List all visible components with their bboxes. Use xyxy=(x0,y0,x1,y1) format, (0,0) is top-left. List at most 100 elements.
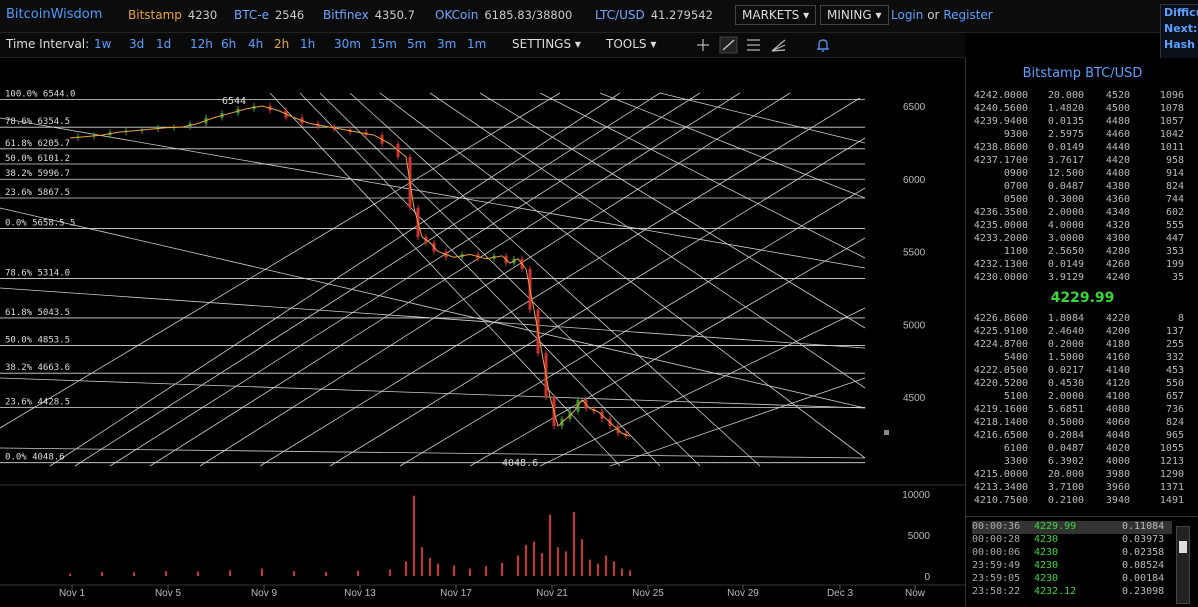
brand-logo-link[interactable]: BitcoinWisdom xyxy=(6,7,102,22)
alert-bell-icon[interactable] xyxy=(817,39,829,52)
ask-row[interactable]: 4242.0000 20.000 4520 1096 xyxy=(972,90,1184,103)
bid-price: 3300 xyxy=(1003,456,1028,467)
ask-depth-price: 4480 xyxy=(1105,116,1130,127)
ask-depth-price: 4460 xyxy=(1105,129,1130,140)
interval-3m[interactable]: 3m xyxy=(437,37,456,51)
trade-row[interactable]: 23:59:05 4230 0.00184 xyxy=(972,573,1172,586)
volume-bar xyxy=(389,569,391,576)
bid-row[interactable]: 6100 0.0487 4020 1055 xyxy=(972,443,1184,456)
bid-amount: 2.4640 xyxy=(1047,326,1084,337)
chevron-down-icon: ▾ xyxy=(650,37,657,51)
ask-row[interactable]: 4239.9400 0.0135 4480 1057 xyxy=(972,116,1184,129)
price-chart[interactable]: 100.0% 6544.0 78.6% 6354.5 61.8% 6205.7 50.… xyxy=(0,58,965,607)
interval-1w[interactable]: 1w xyxy=(94,37,111,51)
fib-level-label: 50.0% 4853.5 xyxy=(5,336,70,346)
interval-4h[interactable]: 4h xyxy=(248,37,263,51)
login-link[interactable]: Login xyxy=(891,8,923,22)
ask-row[interactable]: 4233.2000 3.0000 4300 447 xyxy=(972,233,1184,246)
bid-row[interactable]: 4222.0500 0.0217 4140 453 xyxy=(972,365,1184,378)
ask-row[interactable]: 4238.8600 0.0149 4440 1011 xyxy=(972,142,1184,155)
ask-row[interactable]: 9300 2.5975 4460 1042 xyxy=(972,129,1184,142)
ask-row[interactable]: 4236.3500 2.0000 4340 602 xyxy=(972,207,1184,220)
ask-row[interactable]: 4232.1300 0.0149 4260 199 xyxy=(972,259,1184,272)
bid-row[interactable]: 4218.1400 0.5000 4060 824 xyxy=(972,417,1184,430)
interval-1h[interactable]: 1h xyxy=(300,37,315,51)
bid-depth-total: 657 xyxy=(1165,391,1184,402)
settings-dropdown[interactable]: SETTINGS ▾ xyxy=(512,37,581,51)
interval-2h[interactable]: 2h xyxy=(274,37,289,51)
bid-row[interactable]: 4224.8700 0.2000 4180 255 xyxy=(972,339,1184,352)
volume-bar xyxy=(573,512,575,576)
ask-row[interactable]: 1100 2.5650 4280 353 xyxy=(972,246,1184,259)
ticker-okcoin[interactable]: OKCoin 6185.83/38800 xyxy=(435,8,572,22)
bid-amount: 0.0217 xyxy=(1047,365,1084,376)
ticker-bitstamp[interactable]: Bitstamp 4230 xyxy=(128,8,217,22)
ask-row[interactable]: 4237.1700 3.7617 4420 958 xyxy=(972,155,1184,168)
interval-1d[interactable]: 1d xyxy=(156,37,171,51)
ask-depth-price: 4280 xyxy=(1105,246,1130,257)
crosshair-icon[interactable] xyxy=(697,39,709,51)
fibonacci-icon[interactable] xyxy=(747,39,760,51)
interval-15m[interactable]: 15m xyxy=(370,37,397,51)
ask-row[interactable]: 4240.5600 1.4820 4500 1078 xyxy=(972,103,1184,116)
trade-amount: 0.08524 xyxy=(1122,560,1165,571)
ask-row[interactable]: 0500 0.3000 4360 744 xyxy=(972,194,1184,207)
tools-dropdown[interactable]: TOOLS ▾ xyxy=(606,37,656,51)
chart-resize-handle[interactable] xyxy=(884,430,889,435)
trade-row[interactable]: 00:00:06 4230 0.02358 xyxy=(972,547,1172,560)
trade-row[interactable]: 00:00:28 4230 0.03973 xyxy=(972,534,1172,547)
line-draw-icon[interactable] xyxy=(719,36,738,54)
bid-depth-price: 4140 xyxy=(1105,365,1130,376)
ask-depth-price: 4260 xyxy=(1105,259,1130,270)
mining-dropdown[interactable]: MINING ▾ xyxy=(820,5,889,25)
ask-row[interactable]: 4235.0000 4.0000 4320 555 xyxy=(972,220,1184,233)
volume-bar xyxy=(605,555,607,576)
fib-level-label: 0.0% 4048.6 xyxy=(5,453,65,463)
trades-scrollbar[interactable] xyxy=(1176,526,1190,604)
bid-row[interactable]: 3300 6.3902 4000 1213 xyxy=(972,456,1184,469)
volume-bar xyxy=(557,547,559,576)
volume-bar xyxy=(69,573,71,576)
volume-bar xyxy=(357,570,359,576)
ask-row[interactable]: 4230.0000 3.9129 4240 35 xyxy=(972,272,1184,285)
register-link[interactable]: Register xyxy=(943,8,992,22)
interval-30m[interactable]: 30m xyxy=(334,37,361,51)
ask-price: 4233.2000 xyxy=(973,233,1028,244)
ask-depth-price: 4500 xyxy=(1105,103,1130,114)
trade-time: 00:00:06 xyxy=(972,547,1021,558)
fib-level-label: 78.6% 5314.0 xyxy=(5,269,70,279)
markets-dropdown[interactable]: MARKETS ▾ xyxy=(735,5,817,25)
bid-depth-price: 4020 xyxy=(1105,443,1130,454)
bid-row[interactable]: 5100 2.0000 4100 657 xyxy=(972,391,1184,404)
volume-tick-label: 5000 xyxy=(908,531,931,542)
ticker-btce[interactable]: BTC-e 2546 xyxy=(234,8,304,22)
interval-5m[interactable]: 5m xyxy=(407,37,426,51)
interval-6h[interactable]: 6h xyxy=(221,37,236,51)
trade-row[interactable]: 23:59:49 4230 0.08524 xyxy=(972,560,1172,573)
interval-12h[interactable]: 12h xyxy=(190,37,213,51)
bid-row[interactable]: 4210.7500 0.2100 3940 1491 xyxy=(972,495,1184,508)
trades-divider xyxy=(966,516,1198,517)
bid-row[interactable]: 4220.5200 0.4530 4120 550 xyxy=(972,378,1184,391)
volume-bar xyxy=(525,544,527,576)
ticker-ltcusd[interactable]: LTC/USD 41.279542 xyxy=(595,8,713,22)
ask-row[interactable]: 0700 0.0487 4380 824 xyxy=(972,181,1184,194)
interval-1m[interactable]: 1m xyxy=(467,37,486,51)
bid-depth-price: 4000 xyxy=(1105,456,1130,467)
bid-row[interactable]: 5400 1.5000 4160 332 xyxy=(972,352,1184,365)
ticker-bitfinex[interactable]: Bitfinex 4350.7 xyxy=(323,8,415,22)
bid-row[interactable]: 4216.6500 0.2084 4040 965 xyxy=(972,430,1184,443)
bid-row[interactable]: 4219.1600 5.6851 4080 736 xyxy=(972,404,1184,417)
bid-row[interactable]: 4213.3400 3.7100 3960 1371 xyxy=(972,482,1184,495)
bid-row[interactable]: 4226.8600 1.8084 4220 8 xyxy=(972,313,1184,326)
fan-icon[interactable] xyxy=(771,39,786,52)
trade-row[interactable]: 00:00:36 4229.99 0.11084 xyxy=(972,521,1172,534)
ask-price: 4240.5600 xyxy=(973,103,1028,114)
trade-row[interactable]: 23:58:22 4232.12 0.23098 xyxy=(972,586,1172,599)
scrollbar-thumb[interactable] xyxy=(1179,541,1187,553)
volume-bar xyxy=(629,570,631,576)
bid-row[interactable]: 4215.0000 20.000 3980 1290 xyxy=(972,469,1184,482)
bid-row[interactable]: 4225.9100 2.4640 4200 137 xyxy=(972,326,1184,339)
ask-row[interactable]: 0900 12.500 4400 914 xyxy=(972,168,1184,181)
interval-3d[interactable]: 3d xyxy=(129,37,144,51)
